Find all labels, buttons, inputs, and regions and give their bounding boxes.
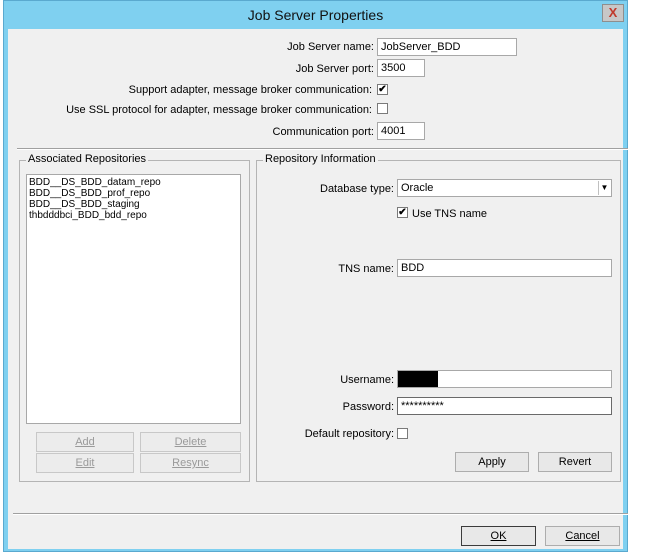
revert-button-label: Revert bbox=[558, 456, 592, 468]
ok-button[interactable]: OK bbox=[461, 526, 536, 546]
list-item[interactable]: BDD__DS_BDD_prof_repo bbox=[27, 188, 240, 199]
list-item[interactable]: BDD__DS_BDD_staging bbox=[27, 199, 240, 210]
use-tns-checkbox[interactable]: ✔ bbox=[397, 207, 408, 218]
use-ssl-checkbox[interactable] bbox=[377, 103, 388, 114]
add-button-label: Add bbox=[75, 436, 95, 448]
tns-name-field[interactable]: BDD bbox=[397, 259, 612, 277]
delete-button[interactable]: Delete bbox=[140, 432, 241, 452]
support-adapter-label: Support adapter, message broker communic… bbox=[128, 84, 372, 96]
use-tns-label: Use TNS name bbox=[412, 208, 487, 220]
password-label: Password: bbox=[342, 401, 394, 413]
resync-button[interactable]: Resync bbox=[140, 453, 241, 473]
communication-port-field[interactable]: 4001 bbox=[377, 122, 425, 140]
title-bar: Job Server Properties X bbox=[4, 1, 627, 29]
edit-button[interactable]: Edit bbox=[36, 453, 134, 473]
revert-button[interactable]: Revert bbox=[538, 452, 612, 472]
ok-button-label: OK bbox=[490, 530, 507, 542]
username-field[interactable] bbox=[397, 370, 612, 388]
repository-information-group: Repository Information Database type: Or… bbox=[256, 153, 621, 482]
database-type-value: Oracle bbox=[401, 182, 434, 194]
divider-top bbox=[17, 148, 628, 150]
job-server-properties-window: Job Server Properties X Job Server name:… bbox=[3, 0, 628, 552]
close-button[interactable]: X bbox=[602, 4, 624, 22]
chevron-down-icon[interactable]: ▼ bbox=[598, 181, 610, 195]
tns-name-label: TNS name: bbox=[338, 263, 394, 275]
apply-button[interactable]: Apply bbox=[455, 452, 529, 472]
job-server-name-label: Job Server name: bbox=[287, 41, 374, 53]
edit-button-label: Edit bbox=[75, 457, 95, 469]
support-adapter-checkbox[interactable]: ✔ bbox=[377, 84, 388, 95]
window-title: Job Server Properties bbox=[247, 7, 384, 23]
job-server-port-field[interactable]: 3500 bbox=[377, 59, 425, 77]
communication-port-label: Communication port: bbox=[272, 126, 375, 138]
associated-repositories-legend: Associated Repositories bbox=[26, 153, 149, 165]
apply-button-label: Apply bbox=[478, 456, 506, 468]
default-repository-label: Default repository: bbox=[304, 428, 394, 440]
list-item[interactable]: thbdddbci_BDD_bdd_repo bbox=[27, 210, 240, 221]
cancel-button-label: Cancel bbox=[565, 530, 600, 542]
add-button[interactable]: Add bbox=[36, 432, 134, 452]
password-field[interactable]: ********** bbox=[397, 397, 612, 415]
resync-button-label: Resync bbox=[172, 457, 209, 469]
cancel-button[interactable]: Cancel bbox=[545, 526, 620, 546]
list-item[interactable]: BDD__DS_BDD_datam_repo bbox=[27, 177, 240, 188]
default-repository-checkbox[interactable] bbox=[397, 428, 408, 439]
username-label: Username: bbox=[340, 374, 394, 386]
associated-repositories-group: Associated Repositories BDD__DS_BDD_data… bbox=[19, 153, 250, 482]
redaction-box bbox=[398, 371, 438, 387]
database-type-select[interactable]: Oracle ▼ bbox=[397, 179, 612, 197]
job-server-port-label: Job Server port: bbox=[295, 63, 374, 75]
dialog-body: Job Server name: JobServer_BDD Job Serve… bbox=[8, 29, 628, 549]
divider-bottom bbox=[13, 513, 628, 515]
job-server-name-field[interactable]: JobServer_BDD bbox=[377, 38, 517, 56]
use-ssl-label: Use SSL protocol for adapter, message br… bbox=[66, 104, 372, 116]
delete-button-label: Delete bbox=[174, 436, 207, 448]
repositories-listbox[interactable]: BDD__DS_BDD_datam_repo BDD__DS_BDD_prof_… bbox=[26, 174, 241, 424]
repository-information-legend: Repository Information bbox=[263, 153, 378, 165]
database-type-label: Database type: bbox=[320, 183, 394, 195]
